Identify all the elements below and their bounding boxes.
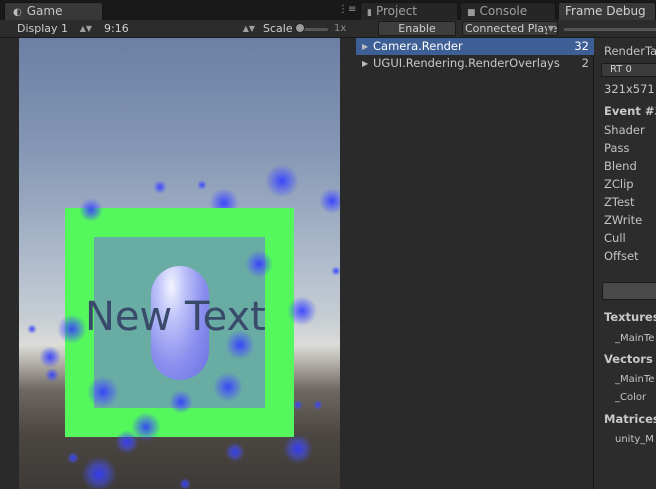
particle-glow (265, 164, 299, 198)
scene-text: New Text (85, 294, 266, 340)
dropdown-arrows-icon: ▲▼ (79, 24, 92, 33)
particle-glow (213, 372, 243, 402)
vector-item: _MainTe (615, 374, 655, 385)
particle-glow (57, 314, 87, 344)
tree-item-render-overlays[interactable]: ▶ UGUI.Rendering.RenderOverlays 2 (356, 55, 594, 72)
vectors-heading: Vectors (604, 352, 653, 366)
frame-debug-toolbar: Enable Connected Player ▼ (356, 20, 656, 38)
aspect-dropdown-label: 9:16 (104, 22, 129, 35)
render-target-label: RenderTa (604, 44, 656, 58)
matrices-heading: Matrices (604, 412, 656, 426)
tree-item-count: 32 (574, 39, 589, 53)
scale-label: Scale (263, 22, 293, 35)
particle-glow (245, 250, 273, 278)
particle-glow (27, 324, 37, 334)
resolution-label: 321x571 (604, 82, 655, 96)
particle-glow (81, 456, 117, 489)
particle-glow (293, 400, 303, 410)
prop-ztest: ZTest (604, 195, 635, 209)
player-dropdown[interactable]: Connected Player ▼ (462, 21, 558, 36)
tree-item-label: Camera.Render (373, 39, 463, 53)
rt-dropdown[interactable]: RT 0 (601, 63, 656, 77)
aspect-dropdown[interactable]: 9:16 ▲▼ (100, 21, 258, 36)
prop-zclip: ZClip (604, 177, 634, 191)
game-tabbar: ◐ Game ⋮≡ (0, 0, 356, 20)
particle-glow (39, 346, 61, 368)
particle-glow (79, 198, 103, 222)
unity-icon: ◐ (13, 7, 22, 18)
prop-shader: Shader (604, 123, 645, 137)
expand-arrow-icon[interactable]: ▶ (362, 38, 368, 55)
tab-game-label: Game (26, 4, 63, 18)
tab-game[interactable]: ◐ Game (4, 2, 103, 20)
tab-project[interactable]: ▮ Project (360, 2, 458, 20)
display-dropdown-label: Display 1 (17, 22, 69, 35)
game-viewport[interactable]: New Text (19, 38, 340, 489)
textures-heading: Textures (604, 310, 656, 324)
particle-glow (331, 266, 340, 276)
tab-frame-debug[interactable]: Frame Debug (558, 2, 656, 20)
game-panel: ◐ Game ⋮≡ Display 1 ▲▼ 9:16 ▲▼ Scale 1x (0, 0, 356, 489)
particle-glow (87, 376, 119, 408)
vector-item: _Color (615, 392, 647, 403)
particle-glow (197, 180, 207, 190)
particle-glow (179, 478, 191, 489)
particle-glow (319, 188, 340, 214)
display-dropdown[interactable]: Display 1 ▲▼ (13, 21, 95, 36)
enable-button[interactable]: Enable (378, 21, 456, 36)
tree-item-camera-render[interactable]: ▶ Camera.Render 32 (356, 38, 594, 55)
details-button[interactable] (602, 282, 656, 300)
prop-pass: Pass (604, 141, 630, 155)
player-dropdown-label: Connected Player (465, 22, 558, 35)
prop-offset: Offset (604, 249, 639, 263)
right-tabbar: ▮ Project ■ Console Frame Debug (356, 0, 656, 20)
matrix-item: unity_M (615, 434, 654, 445)
particle-glow (313, 400, 323, 410)
particle-glow (283, 434, 313, 464)
texture-item: _MainTe (615, 333, 655, 344)
folder-icon: ▮ (367, 8, 372, 18)
particle-glow (67, 452, 79, 464)
particle-glow (45, 368, 59, 382)
tab-project-label: Project (375, 4, 418, 18)
game-toolbar: Display 1 ▲▼ 9:16 ▲▼ Scale 1x (0, 20, 356, 38)
prop-blend: Blend (604, 159, 637, 173)
tree-item-count: 2 (581, 56, 589, 70)
scale-value: 1x (334, 23, 347, 34)
particle-glow (169, 390, 193, 414)
scale-slider-thumb[interactable] (295, 23, 305, 33)
expand-arrow-icon[interactable]: ▶ (362, 55, 368, 72)
event-heading: Event #3 (604, 104, 656, 118)
prop-cull: Cull (604, 231, 626, 245)
particle-glow (287, 296, 317, 326)
event-slider[interactable] (564, 28, 656, 31)
tab-console-label: Console (479, 4, 528, 18)
tab-console[interactable]: ■ Console (460, 2, 556, 20)
chevron-down-icon: ▼ (546, 22, 554, 35)
particle-glow (225, 442, 245, 462)
particle-glow (115, 430, 139, 454)
prop-zwrite: ZWrite (604, 213, 643, 227)
tab-frame-debug-label: Frame Debug (565, 4, 646, 18)
event-tree: ▶ Camera.Render 32 ▶ UGUI.Rendering.Rend… (356, 38, 594, 489)
event-details: RenderTa RT 0 321x571 Event #3 Shader Pa… (594, 38, 656, 489)
dropdown-arrows-icon: ▲▼ (242, 24, 255, 33)
panel-menu-icon[interactable]: ⋮≡ (338, 5, 356, 15)
particle-glow (153, 180, 167, 194)
console-icon: ■ (467, 8, 476, 18)
tree-item-label: UGUI.Rendering.RenderOverlays (373, 56, 560, 70)
